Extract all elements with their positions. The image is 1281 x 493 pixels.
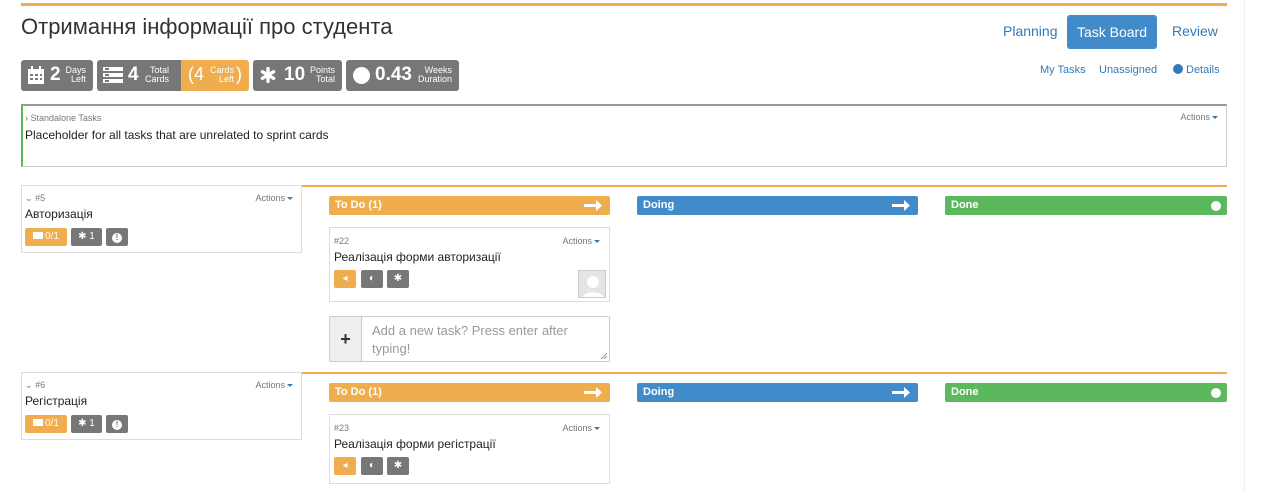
user-placeholder-icon — [579, 271, 605, 297]
cards-left-stat: (4 Cards Left ) — [181, 60, 249, 91]
cards-left-close: ) — [236, 64, 242, 84]
task-actions[interactable]: Actions — [562, 236, 600, 246]
doing-column-header: Doing — [637, 383, 918, 402]
total-cards-label: Total Cards — [144, 65, 169, 84]
task-number: #22 — [334, 236, 350, 246]
page-title: Отримання інформації про студента — [21, 14, 393, 39]
task-actions[interactable]: Actions — [562, 423, 600, 433]
top-border — [21, 3, 1227, 6]
story-title: Регістрація — [25, 394, 88, 408]
asterisk-icon: ✱ — [78, 418, 87, 429]
resize-handle-icon[interactable] — [601, 353, 607, 359]
points-badge[interactable]: ✱ 1 — [71, 228, 102, 246]
weeks-duration-value: 0.43 — [375, 64, 412, 85]
days-left-label: Days Left — [65, 65, 86, 84]
right-divider — [1244, 0, 1245, 493]
days-left-value: 2 — [50, 64, 61, 85]
total-cards-stat: 4 Total Cards — [97, 60, 181, 91]
blocked-badge[interactable]: ! — [106, 415, 128, 433]
doing-column-header: Doing — [637, 196, 918, 215]
task-card[interactable]: #23 Actions Реалізація форми регістрації… — [329, 414, 610, 484]
points-total-label: Points Total — [309, 65, 335, 84]
cards-left-value: (4 — [188, 64, 205, 84]
days-left-stat: 2 Days Left — [21, 60, 93, 91]
story-number: ⌄ #6 — [25, 380, 46, 390]
half-circle-icon[interactable]: ◐ — [361, 457, 383, 475]
caret-down-icon — [1212, 116, 1218, 120]
task-title: Реалізація форми авторизації — [334, 250, 501, 264]
clock-icon — [353, 67, 370, 84]
standalone-description: Placeholder for all tasks that are unrel… — [25, 128, 329, 142]
story-number: ⌄ #5 — [25, 193, 46, 203]
todo-column-header: To Do (1) — [329, 383, 610, 402]
avatar[interactable] — [578, 270, 606, 298]
cards-icon — [33, 232, 44, 239]
add-task-input[interactable]: Add a new task? Press enter after typing… — [372, 322, 592, 358]
story-card[interactable]: ⌄ #6 Actions Регістрація 0/1 ✱ 1 ! — [21, 372, 302, 440]
unassigned-link[interactable]: Unassigned — [1099, 64, 1157, 76]
calendar-icon — [28, 66, 44, 84]
volume-icon[interactable]: ◂ — [334, 270, 356, 288]
details-link[interactable]: Details — [1173, 64, 1220, 76]
task-title: Реалізація форми регістрації — [334, 437, 496, 451]
arrow-right-icon[interactable] — [892, 199, 910, 212]
chevron-down-icon: ⌄ — [25, 380, 33, 390]
done-column-header: Done — [945, 383, 1227, 402]
caret-down-icon — [287, 384, 293, 388]
my-tasks-link[interactable]: My Tasks — [1040, 64, 1086, 76]
caret-down-icon — [594, 427, 600, 431]
done-column-header: Done — [945, 196, 1227, 215]
task-card[interactable]: #22 Actions Реалізація форми авторизації… — [329, 227, 610, 302]
tasks-badge[interactable]: 0/1 — [25, 228, 67, 246]
exclamation-circle-icon: ! — [112, 420, 122, 430]
asterisk-icon[interactable]: ✱ — [387, 270, 409, 288]
arrow-right-icon[interactable] — [584, 199, 602, 212]
weeks-duration-stat: 0.43 Weeks Duration — [346, 60, 459, 91]
blocked-badge[interactable]: ! — [106, 228, 128, 246]
caret-down-icon — [594, 240, 600, 244]
story-actions[interactable]: Actions — [255, 380, 293, 390]
arrow-right-icon[interactable] — [892, 386, 910, 399]
caret-down-icon — [287, 197, 293, 201]
nav-taskboard[interactable]: Task Board — [1067, 15, 1157, 49]
tasks-badge[interactable]: 0/1 — [25, 415, 67, 433]
arrow-right-icon[interactable] — [584, 386, 602, 399]
circle-icon — [1211, 201, 1221, 211]
chevron-right-icon: › — [25, 113, 28, 123]
asterisk-icon[interactable]: ✱ — [387, 457, 409, 475]
points-total-stat: 10 Points Total — [253, 60, 342, 91]
cards-icon — [33, 419, 44, 426]
nav-planning[interactable]: Planning — [1003, 23, 1058, 39]
cards-left-label: Cards Left — [209, 65, 234, 84]
todo-column-header: To Do (1) — [329, 196, 610, 215]
points-total-value: 10 — [284, 64, 306, 85]
asterisk-icon — [260, 67, 276, 83]
story-card[interactable]: ⌄ #5 Actions Авторизація 0/1 ✱ 1 ! — [21, 185, 302, 253]
details-icon — [1173, 64, 1183, 74]
weeks-duration-label: Weeks Duration — [417, 65, 452, 84]
story-title: Авторизація — [25, 207, 93, 221]
story-actions[interactable]: Actions — [255, 193, 293, 203]
total-cards-value: 4 — [128, 64, 139, 85]
chevron-down-icon: ⌄ — [25, 193, 33, 203]
add-task-button[interactable]: + — [330, 317, 362, 361]
volume-icon[interactable]: ◂ — [334, 457, 356, 475]
exclamation-circle-icon: ! — [112, 233, 122, 243]
task-number: #23 — [334, 423, 350, 433]
nav-review[interactable]: Review — [1172, 23, 1218, 39]
points-badge[interactable]: ✱ 1 — [71, 415, 102, 433]
cards-icon — [103, 67, 123, 83]
standalone-heading[interactable]: › Standalone Tasks — [25, 113, 101, 123]
standalone-actions[interactable]: Actions — [1180, 112, 1218, 122]
add-task-box[interactable]: + Add a new task? Press enter after typi… — [329, 316, 610, 362]
asterisk-icon: ✱ — [78, 231, 87, 242]
half-circle-icon[interactable]: ◐ — [361, 270, 383, 288]
standalone-tasks-panel: › Standalone Tasks Actions Placeholder f… — [21, 104, 1227, 167]
circle-icon — [1211, 388, 1221, 398]
